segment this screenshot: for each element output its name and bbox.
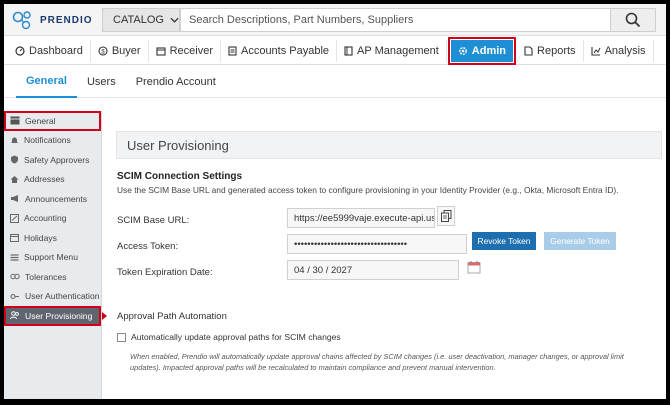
copy-icon [440,210,451,222]
base-url-value: https://ee5999vaje.execute-api.us- [294,212,435,224]
sidebar-item-user-provisioning[interactable]: User Provisioning [4,306,107,326]
auto-update-note: When enabled, Prendio will automatically… [130,352,624,372]
chart-icon [591,46,601,56]
generate-token-button[interactable]: Generate Token [544,232,616,250]
nav-receiver[interactable]: Receiver [149,39,221,62]
sidebar-item-tolerances[interactable]: Tolerances [4,267,101,287]
sidebar-item-notifications[interactable]: Notifications [4,131,101,151]
sidebar-item-announcements[interactable]: Announcements [4,189,101,209]
nav-label: Accounts Payable [240,44,330,57]
sidebar-item-label: Holidays [24,232,57,243]
copy-url-button[interactable] [437,206,455,226]
catalog-dropdown[interactable]: CATALOG [102,8,180,32]
nav-label: Receiver [169,44,213,57]
nav-label: Analysis [604,44,646,57]
users-icon [10,311,19,320]
access-token-label: Access Token: [117,241,179,252]
revoke-token-button[interactable]: Revoke Token [472,232,536,250]
calendar-picker-icon[interactable] [467,260,481,274]
menu-icon [10,254,19,261]
tab-general[interactable]: General [16,66,77,98]
sidebar-item-general[interactable]: General [4,111,101,131]
pointer-arrow-icon [102,312,107,320]
search-icon [625,12,641,28]
sidebar-item-label: Notifications [24,135,71,146]
access-token-value: •••••••••••••••••••••••••••••••••• [294,238,408,250]
approval-path-heading: Approval Path Automation [117,311,227,322]
expiration-label: Token Expiration Date: [117,267,213,278]
search-button[interactable] [610,8,656,32]
megaphone-icon [11,195,18,203]
sidebar-item-label: Accounting [24,213,67,224]
nav-admin[interactable]: Admin [447,36,517,65]
sidebar-item-label: Safety Approvers [24,154,90,165]
sidebar-item-label: General [25,115,56,126]
nav-analysis[interactable]: Analysis [584,39,654,62]
sidebar-item-accounting[interactable]: Accounting [4,209,101,229]
nav-label: Admin [471,44,507,57]
dashboard-icon [15,45,25,56]
tab-users[interactable]: Users [77,66,126,98]
calendar-icon [10,234,19,243]
main-nav: Dashboard $ Buyer Receiver Accounts Paya… [4,36,666,65]
expiration-date-value: 04 / 30 / 2027 [294,264,353,276]
sidebar-item-safety-approvers[interactable]: Safety Approvers [4,150,101,170]
nav-reports[interactable]: Reports [517,39,584,62]
sub-tabs: General Users Prendio Account [4,66,666,98]
receiver-icon [156,46,166,56]
nav-label: AP Management [357,44,439,57]
expiration-date-field[interactable]: 04 / 30 / 2027 [287,260,459,280]
settings-sidebar: General Notifications Safety Approvers A… [4,111,107,399]
bell-icon [11,137,18,143]
document-icon [228,45,237,56]
base-url-label: SCIM Base URL: [117,215,190,226]
search-placeholder: Search Descriptions, Part Numbers, Suppl… [189,14,414,26]
nav-label: Buyer [111,44,141,57]
nav-label: Reports [537,44,576,57]
sidebar-item-label: Tolerances [25,271,67,282]
nav-accounts-payable[interactable]: Accounts Payable [221,39,338,62]
sidebar-item-holidays[interactable]: Holidays [4,228,101,248]
top-header: PRENDIO CATALOG Search Descriptions, Par… [4,4,666,36]
page-title: User Provisioning [116,131,662,159]
accounting-icon [10,213,19,223]
scim-description: Use the SCIM Base URL and generated acce… [117,185,619,195]
sidebar-item-label: Addresses [24,174,65,185]
sidebar-item-support-menu[interactable]: Support Menu [4,248,101,268]
nav-dashboard[interactable]: Dashboard [8,39,91,62]
chevron-down-icon [170,17,179,23]
key-icon [10,293,19,299]
tab-prendio-account[interactable]: Prendio Account [126,66,226,98]
app-frame: PRENDIO CATALOG Search Descriptions, Par… [4,4,666,399]
scim-heading: SCIM Connection Settings [117,171,242,182]
logo-text: PRENDIO [40,14,93,26]
sidebar-item-addresses[interactable]: Addresses [4,170,101,190]
sidebar-item-label: Announcements [25,193,88,204]
sidebar-item-label: User Authentication [25,291,100,302]
gear-icon [458,46,467,55]
sidebar-item-label: Support Menu [24,252,78,263]
prendio-logo-icon [12,11,31,30]
sidebar-item-user-authentication[interactable]: User Authentication [4,287,101,307]
logo[interactable]: PRENDIO [12,10,93,30]
access-token-field[interactable]: •••••••••••••••••••••••••••••••••• [287,234,467,254]
base-url-field[interactable]: https://ee5999vaje.execute-api.us- [287,208,435,228]
table-icon [10,116,20,125]
shield-icon [11,155,18,164]
nav-buyer[interactable]: $ Buyer [91,39,149,62]
auto-update-row[interactable]: Automatically update approval paths for … [117,332,341,342]
nav-ap-management[interactable]: AP Management [337,39,447,62]
sidebar-item-label: User Provisioning [25,310,93,321]
auto-update-checkbox[interactable] [117,332,126,342]
home-icon [10,175,19,183]
report-icon [524,45,533,56]
search-input[interactable]: Search Descriptions, Part Numbers, Suppl… [180,8,612,32]
nav-label: Dashboard [29,44,83,57]
dollar-icon: $ [98,45,108,56]
auto-update-label: Automatically update approval paths for … [131,332,341,342]
tolerance-icon [10,274,20,280]
folder-icon [344,45,353,56]
catalog-label: CATALOG [113,14,164,26]
